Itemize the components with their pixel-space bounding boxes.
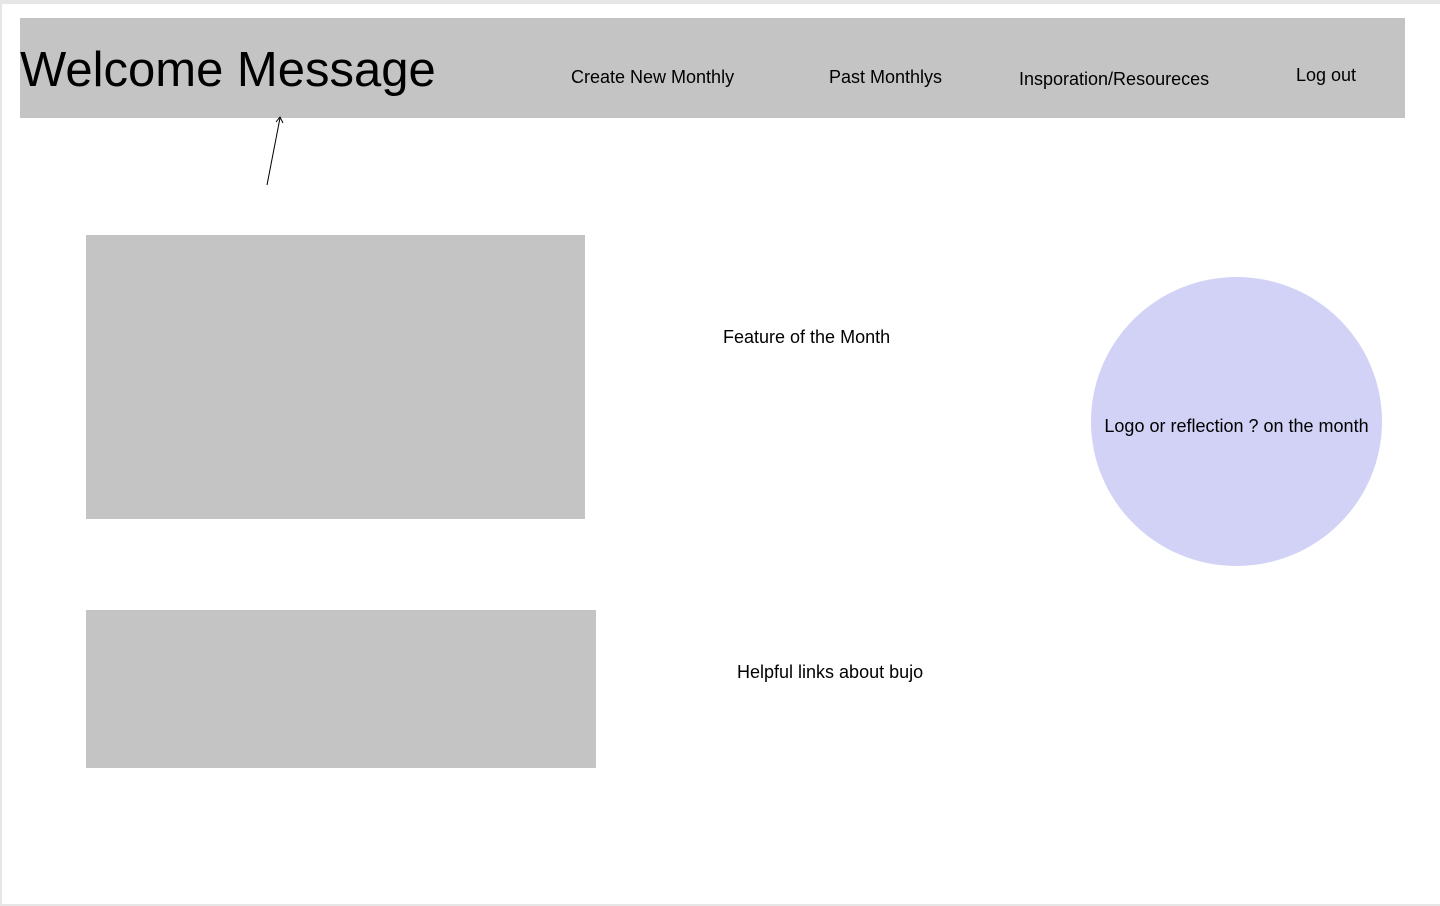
nav-inspiration-resources[interactable]: Insporation/Resoureces	[1019, 68, 1209, 90]
nav-create-new-monthly[interactable]: Create New Monthly	[571, 66, 734, 88]
logo-reflection-circle: Logo or reflection ? on the month	[1091, 277, 1382, 566]
helpful-links-label: Helpful links about bujo	[737, 662, 924, 682]
feature-of-month-label: Feature of the Month	[723, 327, 891, 347]
annotation-arrow-icon	[266, 116, 284, 186]
nav-past-monthlys[interactable]: Past Monthlys	[829, 66, 942, 88]
logo-reflection-text: Logo or reflection ? on the month	[1104, 415, 1369, 436]
nav-log-out[interactable]: Log out	[1296, 64, 1356, 86]
welcome-message: Welcome Message	[20, 43, 436, 97]
feature-image-placeholder	[86, 235, 585, 519]
helpful-links-placeholder	[86, 610, 596, 768]
